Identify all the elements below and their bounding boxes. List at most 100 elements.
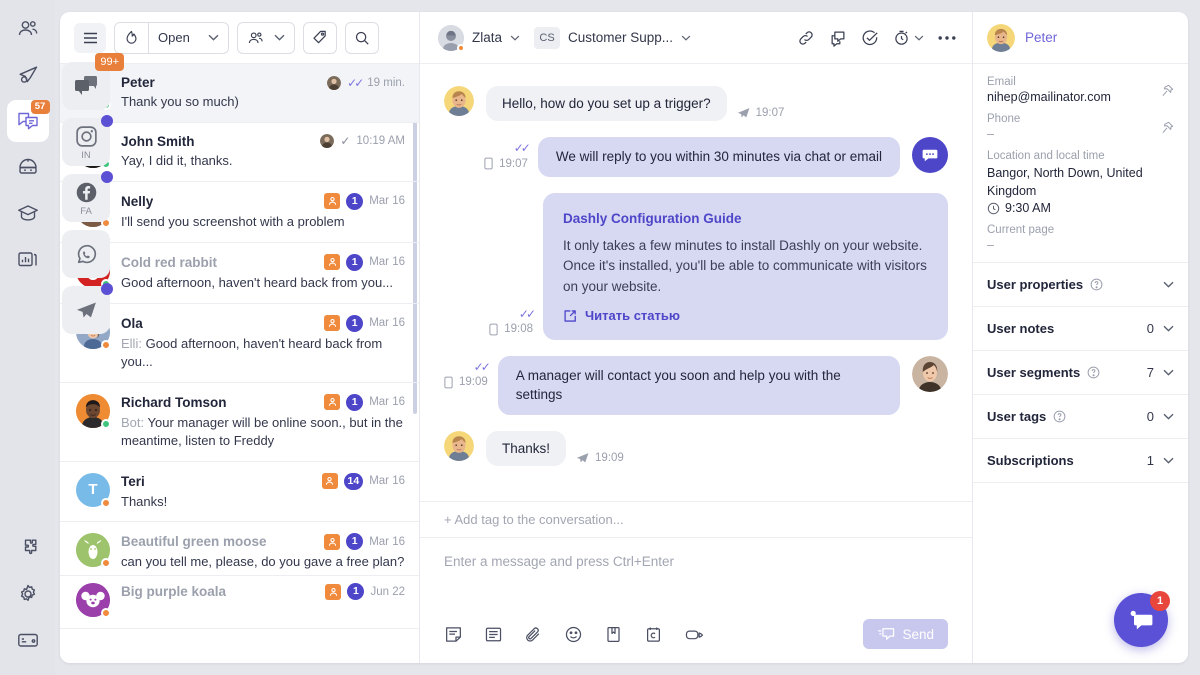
conversation-item-richard-tomson[interactable]: Richard Tomson 1 Mar 16 Bot: Your manage… bbox=[60, 383, 419, 462]
accordion-count: 0 bbox=[1146, 321, 1154, 337]
chat-assignee-selector[interactable]: Zlata bbox=[438, 24, 520, 52]
conversation-item-teri[interactable]: T Teri 14 Mar 16 Thanks! bbox=[60, 462, 419, 523]
search-button[interactable] bbox=[344, 21, 379, 54]
nav-item-analytics[interactable] bbox=[7, 238, 49, 280]
add-tag-input[interactable]: + Add tag to the conversation... bbox=[420, 501, 972, 537]
accordion-title: User segments bbox=[987, 365, 1081, 381]
message-row-incoming: Hello, how do you set up a trigger? 19:0… bbox=[444, 86, 948, 121]
message-input[interactable]: Enter a message and press Ctrl+Enter bbox=[444, 554, 948, 619]
conversation-meta: ✓✓ 19 min. bbox=[321, 75, 405, 90]
accordion-count: 0 bbox=[1146, 409, 1154, 425]
comment-icon bbox=[831, 31, 845, 47]
chat-team-selector[interactable]: CS Customer Supp... bbox=[534, 26, 691, 49]
facebook-label: FA bbox=[80, 205, 92, 217]
assignee-filter-seg[interactable] bbox=[238, 23, 294, 53]
nav-item-integrations[interactable] bbox=[7, 527, 49, 569]
avatar-photo-peter bbox=[444, 430, 474, 461]
help-icon[interactable] bbox=[1090, 278, 1103, 291]
chat-actions bbox=[797, 29, 956, 47]
nav-item-conversations[interactable]: 57 bbox=[6, 100, 50, 142]
gear-icon bbox=[20, 584, 35, 601]
status-filter-value-seg[interactable]: Open bbox=[148, 22, 228, 53]
chevron-down-icon bbox=[1163, 370, 1174, 376]
nav-item-leads[interactable] bbox=[7, 8, 49, 50]
person-icon bbox=[328, 398, 336, 406]
accordion-user-segments[interactable]: User segments 7 bbox=[973, 351, 1188, 396]
conversation-meta: 1 Mar 16 bbox=[318, 314, 405, 332]
help-icon[interactable] bbox=[1087, 366, 1100, 379]
accordion-subscriptions[interactable]: Subscriptions 1 bbox=[973, 439, 1188, 484]
local-time-value: 9:30 AM bbox=[1005, 201, 1051, 216]
note-button[interactable] bbox=[444, 625, 463, 644]
chat-bubbles-icon bbox=[75, 76, 97, 95]
article-icon bbox=[607, 626, 620, 642]
channel-instagram[interactable]: IN bbox=[62, 115, 113, 166]
conversation-time: Mar 16 bbox=[369, 475, 405, 487]
accordion-user-properties[interactable]: User properties bbox=[973, 263, 1188, 308]
avatar-photo-peter bbox=[987, 23, 1015, 52]
search-icon bbox=[355, 31, 369, 45]
article-button[interactable] bbox=[604, 625, 623, 644]
nav-item-campaigns[interactable] bbox=[7, 54, 49, 96]
send-button[interactable]: Send bbox=[863, 619, 948, 649]
external-link-icon bbox=[564, 310, 576, 323]
accordion-user-tags[interactable]: User tags 0 bbox=[973, 395, 1188, 440]
internal-comment-button[interactable] bbox=[829, 29, 847, 47]
conversation-time: 10:19 AM bbox=[356, 135, 405, 148]
field-value: nihep@mailinator.com bbox=[987, 90, 1111, 104]
article-card-link[interactable]: Читать статью bbox=[563, 307, 928, 326]
pin-phone-button[interactable] bbox=[1161, 121, 1174, 139]
user-fields: Email nihep@mailinator.com Phone – Locat… bbox=[973, 64, 1188, 264]
tag-filter-button[interactable] bbox=[302, 21, 337, 54]
conversation-item-beautiful-green-moose[interactable]: Beautiful green moose 1 Mar 16 can you t… bbox=[60, 522, 419, 575]
channel-whatsapp[interactable] bbox=[62, 230, 110, 278]
nav-item-billing[interactable] bbox=[7, 619, 49, 661]
conversation-body: John Smith ✓ 10:19 AM Yay, I did it, tha… bbox=[121, 134, 405, 170]
more-options-button[interactable] bbox=[938, 35, 956, 41]
emoji-button[interactable] bbox=[564, 625, 583, 644]
saved-reply-button[interactable] bbox=[484, 625, 503, 644]
assigned-badge bbox=[324, 193, 341, 210]
status-filter[interactable]: Open bbox=[114, 21, 229, 54]
chat-widget-button[interactable]: 1 bbox=[1114, 591, 1170, 647]
video-icon bbox=[685, 629, 704, 639]
channel-facebook[interactable]: FA bbox=[62, 171, 113, 222]
message-thread[interactable]: Hello, how do you set up a trigger? 19:0… bbox=[420, 64, 972, 501]
video-button[interactable] bbox=[684, 625, 706, 644]
snippet-button[interactable] bbox=[644, 625, 663, 644]
chevron-down-icon bbox=[681, 35, 691, 41]
nav-item-bot[interactable] bbox=[7, 146, 49, 188]
attach-button[interactable] bbox=[524, 625, 543, 644]
nav-item-settings[interactable] bbox=[7, 573, 49, 615]
pin-email-button[interactable] bbox=[1161, 84, 1174, 102]
whatsapp-icon bbox=[77, 244, 96, 263]
conversation-time: Mar 16 bbox=[369, 317, 405, 330]
field-phone: Phone – bbox=[987, 113, 1174, 141]
accordion-title: User tags bbox=[987, 409, 1047, 425]
copy-link-button[interactable] bbox=[797, 29, 815, 47]
channel-chat[interactable]: 99+ bbox=[62, 53, 124, 110]
nav-item-knowledge[interactable] bbox=[7, 192, 49, 234]
channel-telegram[interactable] bbox=[62, 283, 113, 334]
conversation-meta: 1 Mar 16 bbox=[318, 393, 405, 411]
chevron-down-icon bbox=[208, 34, 219, 41]
help-icon[interactable] bbox=[1053, 410, 1066, 423]
leads-icon bbox=[18, 21, 37, 36]
status-filter-icon-seg[interactable] bbox=[115, 23, 148, 53]
accordion-user-notes[interactable]: User notes 0 bbox=[973, 307, 1188, 352]
sidebar-toggle-button[interactable] bbox=[74, 22, 106, 53]
message-time: 19:09 bbox=[459, 376, 488, 389]
agent-avatar bbox=[912, 355, 948, 392]
conversation-name: Ola bbox=[121, 315, 143, 331]
message-row-incoming: Thanks! 19:09 bbox=[444, 430, 948, 466]
assignee-filter[interactable] bbox=[236, 21, 295, 54]
conversation-time: Jun 22 bbox=[370, 585, 405, 598]
close-conversation-button[interactable] bbox=[861, 29, 879, 47]
conversation-meta: ✓ 10:19 AM bbox=[314, 134, 405, 149]
user-name-link[interactable]: Peter bbox=[1025, 30, 1057, 45]
facebook-icon bbox=[76, 182, 96, 202]
conversation-body: Big purple koala 1 Jun 22 bbox=[121, 583, 405, 617]
conversation-item-big-purple-koala[interactable]: Big purple koala 1 Jun 22 bbox=[60, 575, 419, 630]
app-root: 57 99+ IN FA Open Peter ✓✓ 19 min. Thank… bbox=[0, 0, 1200, 675]
snooze-button[interactable] bbox=[893, 29, 924, 46]
